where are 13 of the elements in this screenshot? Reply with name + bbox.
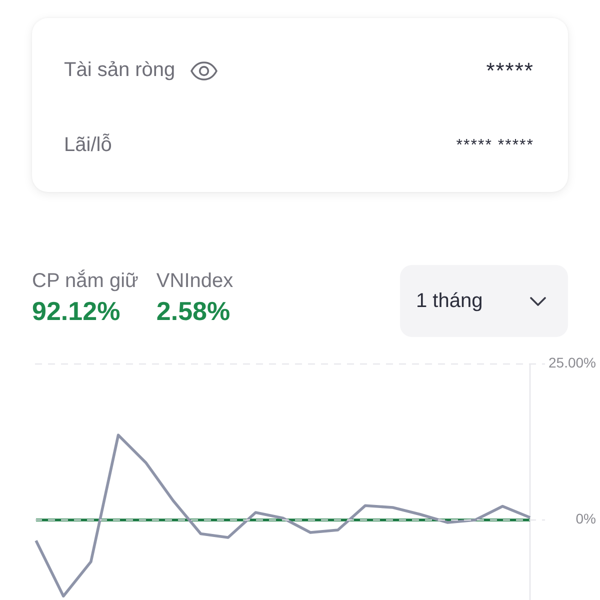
return-label: CP nắm giữ [32,268,138,294]
summary-label: Tài sản ròng [64,59,176,82]
summary-label: Lãi/lỗ [64,134,112,157]
masked-value: ***** ***** [456,136,534,154]
chevron-down-icon [530,296,546,306]
y-axis-label: 25.00% [548,355,596,371]
period-dropdown[interactable]: 1 tháng [400,265,568,337]
y-axis-label: 0% [576,510,596,527]
masked-value: ***** [486,58,534,84]
return-value: 2.58% [156,295,232,328]
return-label: VNIndex [156,269,234,294]
return-value: 92.12% [32,295,122,328]
eye-icon[interactable] [190,60,218,80]
